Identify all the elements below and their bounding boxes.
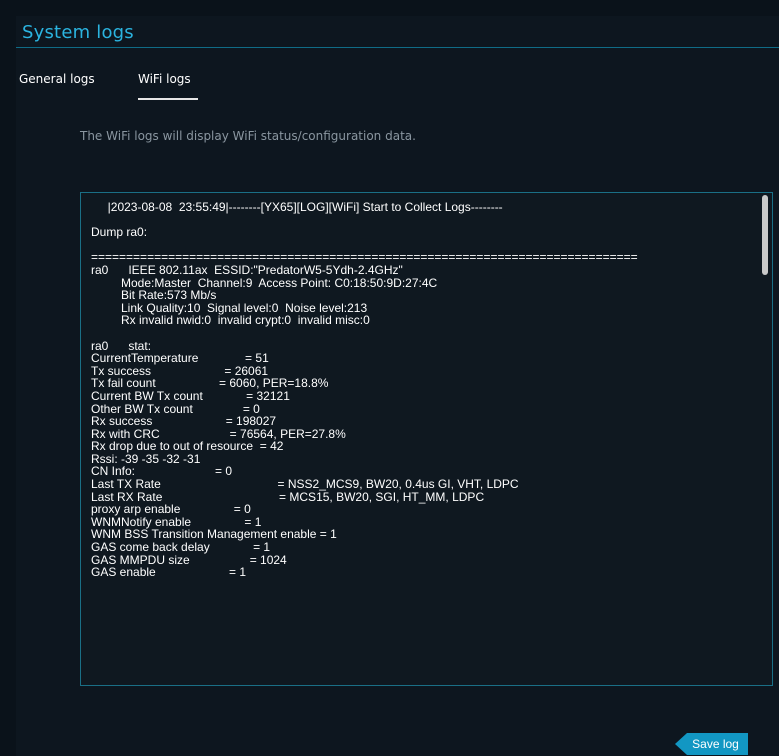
tab-general-logs[interactable]: General logs — [19, 72, 95, 86]
save-log-button[interactable]: Save log — [675, 733, 748, 755]
log-scrollbar[interactable] — [762, 195, 768, 681]
scrollbar-thumb[interactable] — [762, 195, 768, 275]
system-logs-panel: System logs General logs WiFi logs The W… — [16, 16, 779, 756]
page-title: System logs — [22, 22, 134, 43]
active-tab-indicator — [138, 98, 198, 100]
tab-bar: General logs WiFi logs — [16, 64, 779, 124]
title-bar: System logs — [16, 16, 779, 48]
log-text: |2023-08-08 23:55:49|--------[YX65][LOG]… — [91, 201, 638, 580]
tab-wifi-logs[interactable]: WiFi logs — [138, 72, 191, 86]
log-output-box[interactable]: |2023-08-08 23:55:49|--------[YX65][LOG]… — [80, 192, 773, 686]
wifi-logs-description: The WiFi logs will display WiFi status/c… — [80, 129, 416, 143]
